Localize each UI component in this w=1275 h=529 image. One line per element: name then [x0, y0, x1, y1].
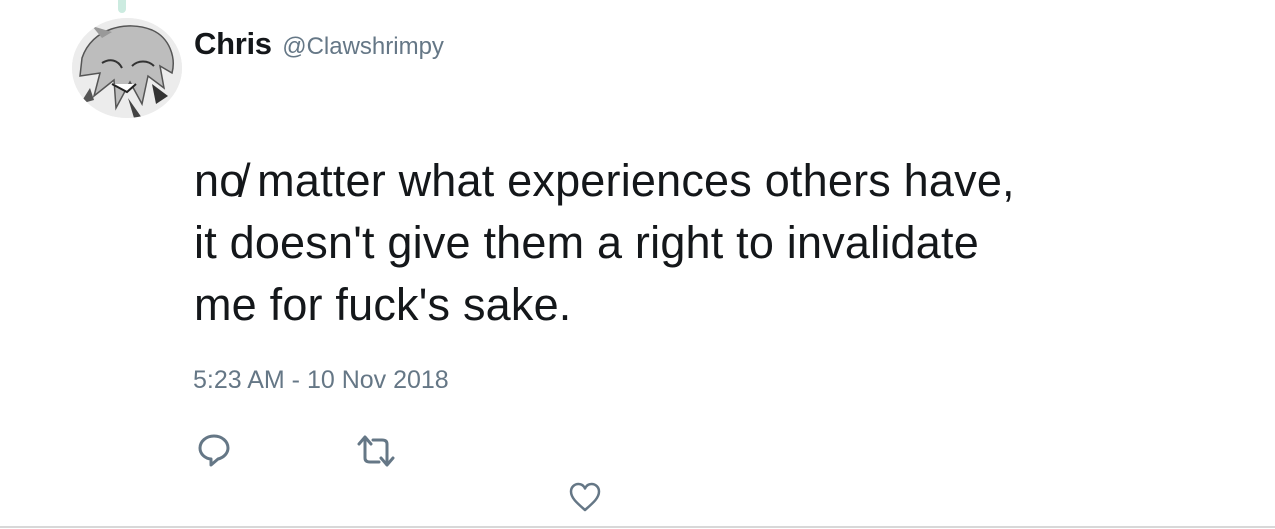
- retweet-button[interactable]: [355, 434, 397, 473]
- like-button[interactable]: [568, 481, 602, 518]
- tweet-text-line: no̸ matter what experiences others have,: [194, 155, 1015, 206]
- tweet-header: Chris @Clawshrimpy: [194, 26, 444, 62]
- avatar[interactable]: [72, 18, 182, 118]
- display-name[interactable]: Chris: [194, 26, 272, 61]
- tweet-text-line: it doesn't give them a right to invalida…: [194, 217, 979, 268]
- thread-connector: [118, 0, 126, 13]
- user-handle[interactable]: @Clawshrimpy: [282, 33, 444, 60]
- retweet-icon: [357, 435, 395, 467]
- tweet-text-line: me for fuck's sake.: [194, 279, 572, 330]
- reply-button[interactable]: [196, 432, 232, 473]
- heart-icon: [569, 482, 601, 512]
- reply-icon: [198, 434, 230, 467]
- tweet-card: Chris @Clawshrimpy no̸ matter what exper…: [0, 0, 1275, 529]
- divider: [0, 526, 1275, 528]
- tweet-timestamp[interactable]: 5:23 AM - 10 Nov 2018: [193, 366, 449, 395]
- anime-avatar-icon: [72, 18, 182, 118]
- tweet-text: no̸ matter what experiences others have,…: [194, 150, 1254, 336]
